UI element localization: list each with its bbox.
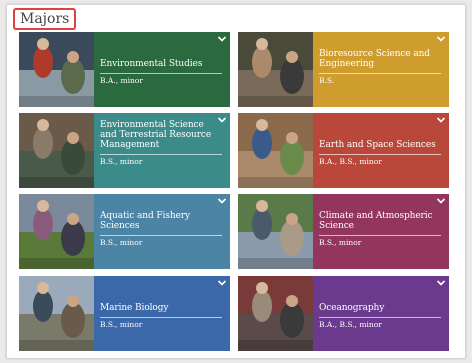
- chevron-down-icon[interactable]: [436, 116, 446, 124]
- major-card-oceanography[interactable]: Oceanography B.A., B.S., minor: [238, 276, 449, 351]
- major-card-environmental-science-terrestrial[interactable]: Environmental Science and Terrestrial Re…: [19, 113, 230, 188]
- divider: [319, 235, 441, 236]
- major-card-earth-space-sciences[interactable]: Earth and Space Sciences B.A., B.S., min…: [238, 113, 449, 188]
- section-heading: Majors: [13, 8, 77, 30]
- chevron-down-icon[interactable]: [217, 279, 227, 287]
- chevron-down-icon[interactable]: [436, 279, 446, 287]
- major-info: Earth and Space Sciences B.A., B.S., min…: [313, 113, 449, 188]
- major-info: Oceanography B.A., B.S., minor: [313, 276, 449, 351]
- major-degrees: B.S., minor: [319, 238, 362, 247]
- major-card-marine-biology[interactable]: Marine Biology B.S., minor: [19, 276, 230, 351]
- major-photo: [238, 32, 313, 107]
- divider: [100, 73, 222, 74]
- major-title: Aquatic and Fishery Sciences: [100, 211, 190, 231]
- major-title: Oceanography: [319, 303, 385, 313]
- major-photo: [238, 194, 313, 269]
- divider: [100, 235, 222, 236]
- major-degrees: B.A., B.S., minor: [319, 320, 382, 329]
- major-info: Environmental Studies B.A., minor: [94, 32, 230, 107]
- divider: [100, 317, 222, 318]
- major-info: Environmental Science and Terrestrial Re…: [94, 113, 230, 188]
- chevron-down-icon[interactable]: [436, 35, 446, 43]
- major-degrees: B.S., minor: [100, 238, 143, 247]
- chevron-down-icon[interactable]: [217, 197, 227, 205]
- divider: [319, 73, 441, 74]
- chevron-down-icon[interactable]: [217, 35, 227, 43]
- major-title: Earth and Space Sciences: [319, 140, 436, 150]
- major-photo: [19, 32, 94, 107]
- major-photo: [19, 113, 94, 188]
- major-degrees: B.A., B.S., minor: [319, 157, 382, 166]
- major-degrees: B.S., minor: [100, 157, 143, 166]
- major-title: Bioresource Science and Engineering: [319, 49, 430, 69]
- divider: [319, 154, 441, 155]
- major-photo: [238, 276, 313, 351]
- major-degrees: B.S.: [319, 76, 335, 85]
- major-card-environmental-studies[interactable]: Environmental Studies B.A., minor: [19, 32, 230, 107]
- major-info: Aquatic and Fishery Sciences B.S., minor: [94, 194, 230, 269]
- major-title: Environmental Studies: [100, 59, 203, 69]
- major-title: Environmental Science and Terrestrial Re…: [100, 120, 212, 150]
- major-info: Marine Biology B.S., minor: [94, 276, 230, 351]
- major-photo: [238, 113, 313, 188]
- major-card-climate-atmospheric-science[interactable]: Climate and Atmospheric Science B.S., mi…: [238, 194, 449, 269]
- major-title: Marine Biology: [100, 303, 169, 313]
- major-degrees: B.A., minor: [100, 76, 143, 85]
- chevron-down-icon[interactable]: [436, 197, 446, 205]
- major-photo: [19, 194, 94, 269]
- divider: [100, 154, 222, 155]
- major-info: Bioresource Science and Engineering B.S.: [313, 32, 449, 107]
- major-card-aquatic-fishery-sciences[interactable]: Aquatic and Fishery Sciences B.S., minor: [19, 194, 230, 269]
- major-photo: [19, 276, 94, 351]
- divider: [319, 317, 441, 318]
- major-info: Climate and Atmospheric Science B.S., mi…: [313, 194, 449, 269]
- major-degrees: B.S., minor: [100, 320, 143, 329]
- chevron-down-icon[interactable]: [217, 116, 227, 124]
- major-title: Climate and Atmospheric Science: [319, 211, 433, 231]
- major-card-bioresource-science-engineering[interactable]: Bioresource Science and Engineering B.S.: [238, 32, 449, 107]
